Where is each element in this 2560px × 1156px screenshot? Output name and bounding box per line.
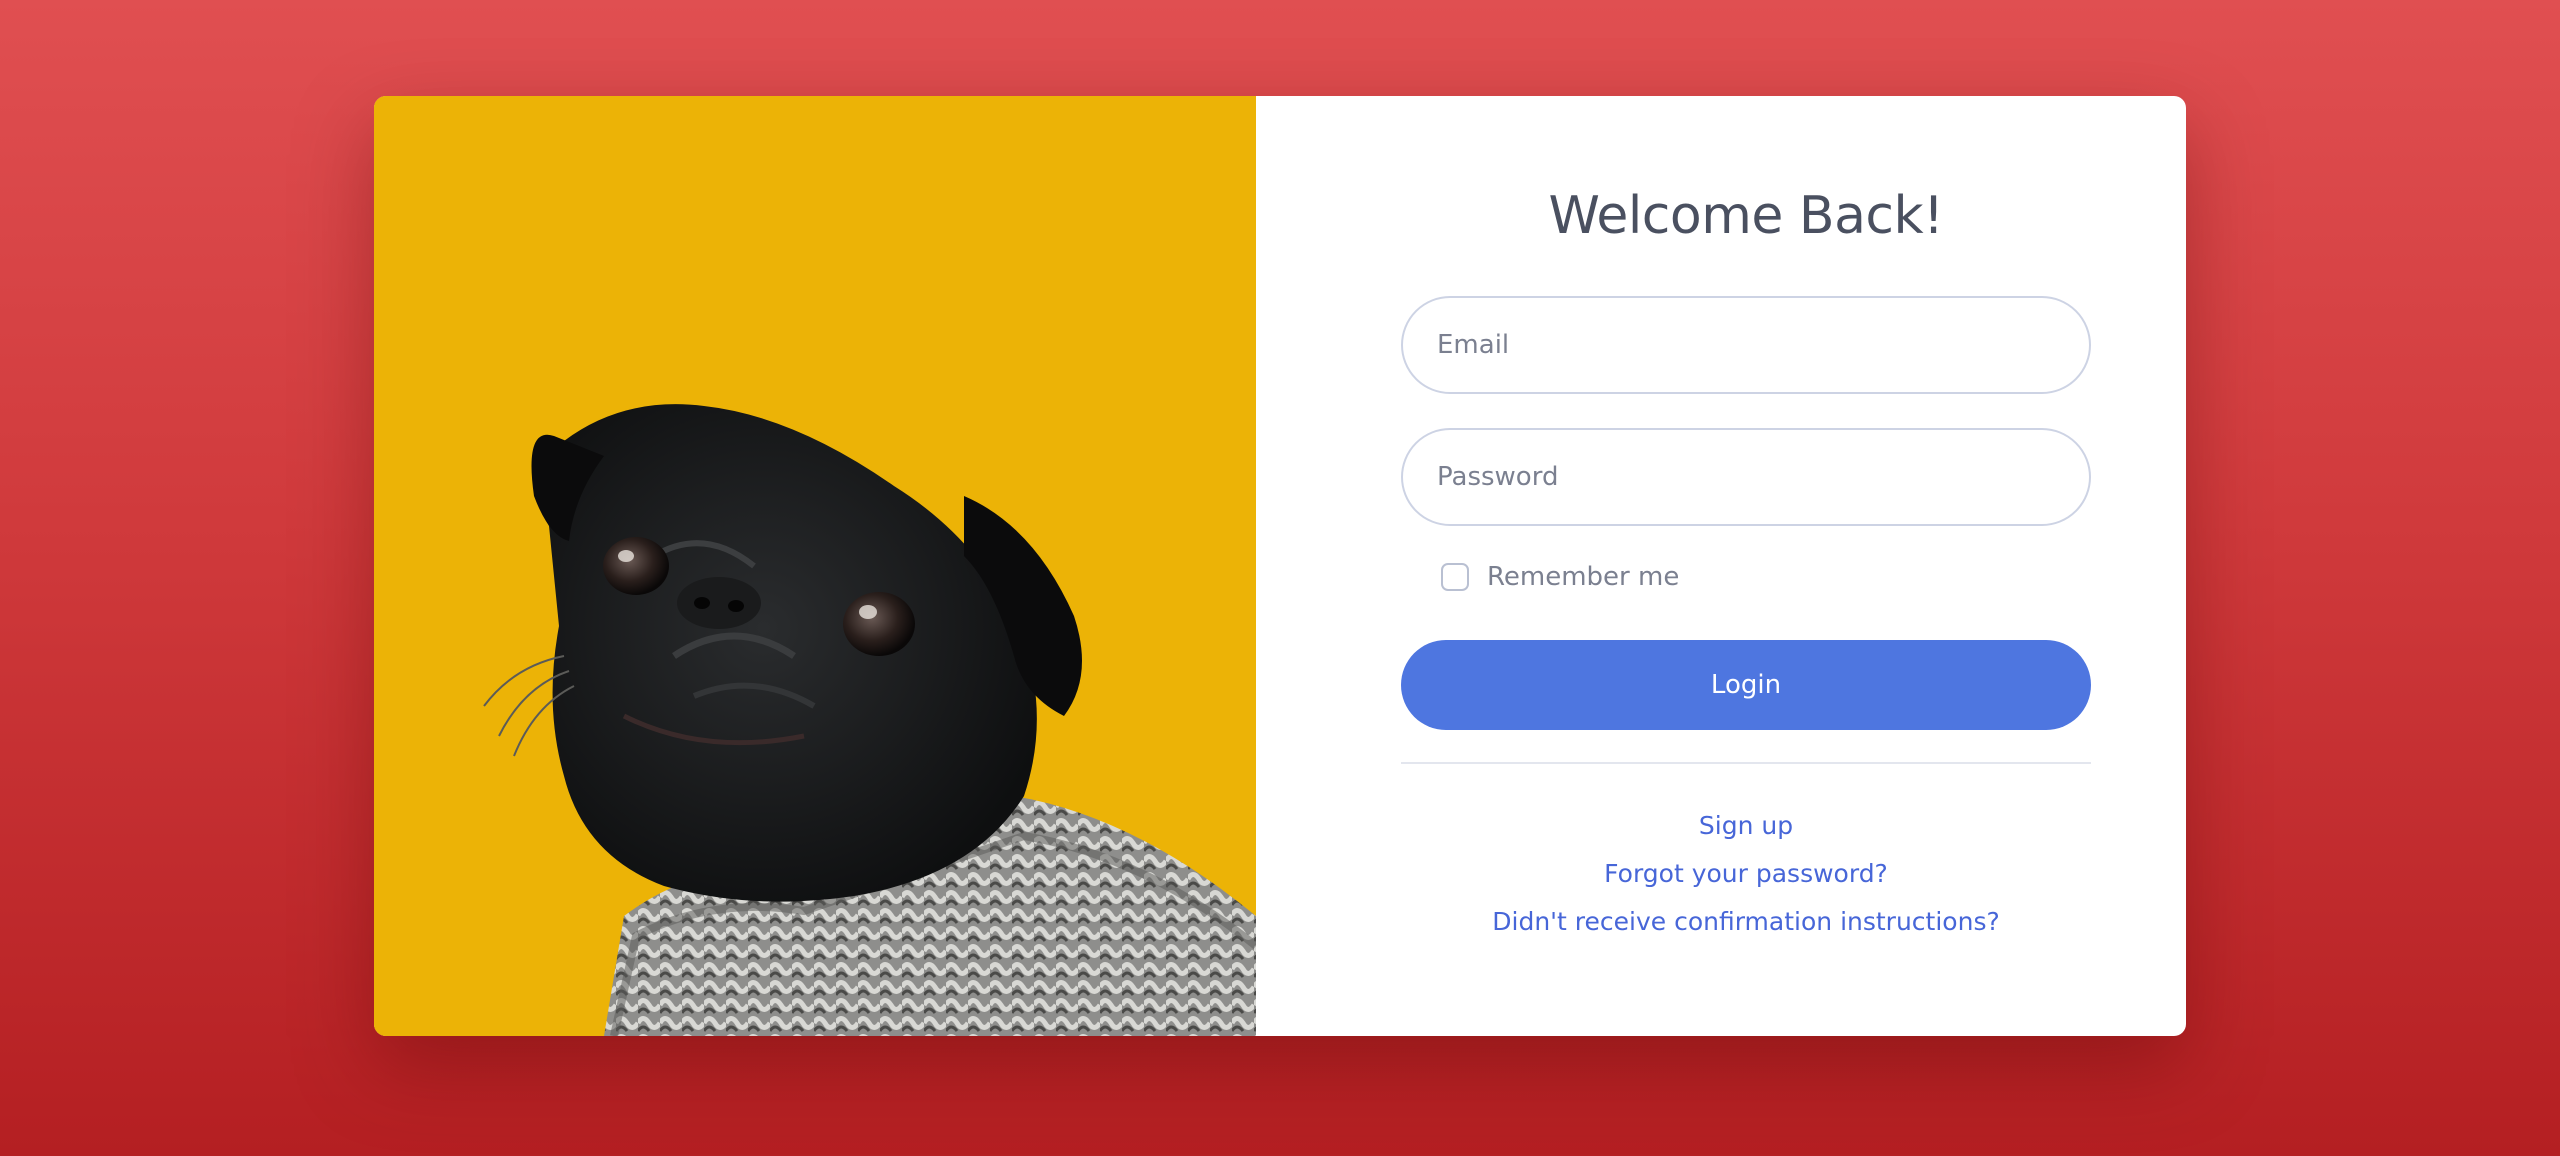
- login-card: Welcome Back! Remember me Login Sign up …: [374, 96, 2186, 1036]
- email-field[interactable]: [1401, 296, 2091, 394]
- confirmation-instructions-link[interactable]: Didn't receive confirmation instructions…: [1401, 898, 2091, 946]
- remember-me-checkbox[interactable]: [1441, 563, 1469, 591]
- forgot-password-link[interactable]: Forgot your password?: [1401, 850, 2091, 898]
- login-form-panel: Welcome Back! Remember me Login Sign up …: [1256, 96, 2186, 1036]
- auth-links: Sign up Forgot your password? Didn't rec…: [1401, 802, 2091, 946]
- divider: [1401, 762, 2091, 764]
- remember-me-label: Remember me: [1487, 562, 1680, 592]
- pug-photo: [374, 96, 1256, 1036]
- login-button[interactable]: Login: [1401, 640, 2091, 730]
- remember-me[interactable]: Remember me: [1441, 562, 1679, 592]
- password-field[interactable]: [1401, 428, 2091, 526]
- pug-photo-panel: [374, 96, 1256, 1036]
- page-title: Welcome Back!: [1548, 186, 1944, 246]
- sign-up-link[interactable]: Sign up: [1401, 802, 2091, 850]
